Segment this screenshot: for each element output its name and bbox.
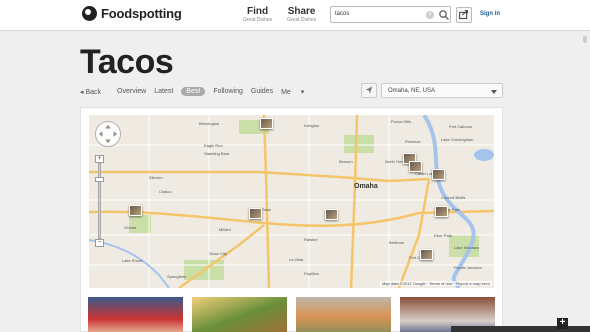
map-label: Pacific Junction [454,265,482,270]
park-area [344,135,374,153]
map-label: Council Bluffs [441,195,466,200]
back-link[interactable]: ◂ Back [80,88,109,96]
dish-photo[interactable] [296,297,391,332]
dish-pin[interactable] [249,208,262,219]
nav-share-label: Share [287,6,316,17]
lake [474,149,494,161]
location-arrow-icon [365,86,373,94]
zoom-in-button[interactable]: + [95,155,104,163]
dish-pin[interactable] [129,205,142,216]
zoom-track[interactable] [98,163,101,239]
map-label: Sioux City [209,251,228,256]
map-label: Fort Calhoun [449,124,473,129]
location-select[interactable]: Omaha, NE, USA [381,83,503,98]
nav-find[interactable]: Find Great Dishes [243,6,272,23]
signin-link[interactable]: Sign in [480,11,500,17]
nav-find-label: Find [247,6,269,17]
map-label: Irvington [304,123,320,128]
add-button[interactable]: + [557,318,568,329]
dish-pin[interactable] [432,169,445,180]
map-label: Bellevue [389,240,405,245]
tab-me[interactable]: Me ▾ [281,88,312,96]
tab-latest[interactable]: Latest [154,88,173,95]
chevron-down-icon: ▾ [300,88,305,96]
dish-pin[interactable] [409,161,422,172]
logo-text: Foodspotting [101,6,182,21]
map-label: Elkhorn [149,175,163,180]
tab-me-label: Me [281,88,291,96]
map-pan-control[interactable] [95,121,121,147]
subnav: ◂ Back Overview Latest Best Following Gu… [80,87,320,96]
share-button[interactable] [456,7,472,23]
dish-photo[interactable] [88,297,183,332]
map-label: La Vista [289,257,304,262]
map-label: Benson [339,159,353,164]
map-label: Springfield [167,274,186,279]
search-box: × [330,6,451,23]
back-label: Back [85,88,102,96]
map[interactable]: Bennington Eagle Run Standing Bear Ponca… [89,115,494,288]
pan-arrows-icon [98,124,118,144]
map-label: Lake Manawa [454,245,479,250]
top-bar: Foodspotting Find Great Dishes Share Gre… [0,0,590,31]
map-label: Standing Bear [204,151,230,156]
bottom-toolbar [451,326,590,332]
map-canvas [89,115,494,288]
clear-search-icon[interactable]: × [426,11,434,19]
dish-pin[interactable] [435,206,448,217]
share-icon [459,10,469,20]
dish-pin[interactable] [325,209,338,220]
platte-river [89,239,170,288]
logo-icon [82,6,97,21]
locate-me-button[interactable] [361,83,377,98]
tab-guides[interactable]: Guides [251,88,273,95]
zoom-out-button[interactable]: − [95,239,104,247]
tab-overview[interactable]: Overview [117,88,146,95]
map-label: Ponca Hills [391,119,412,124]
map-label: Millard [219,227,231,232]
dish-photo[interactable] [192,297,287,332]
dish-pin[interactable] [260,118,273,129]
search-input[interactable] [335,11,415,17]
map-label: Bennington [199,121,220,126]
scrollbar[interactable] [583,36,587,43]
nav-find-sub: Great Dishes [243,17,273,23]
logo[interactable]: Foodspotting [82,6,182,21]
zoom-slider-handle[interactable] [95,177,104,182]
tab-best[interactable]: Best [181,87,206,96]
map-label: Lake Cunningham [441,137,474,142]
map-label: Gretna [124,225,137,230]
tab-following[interactable]: Following [213,88,243,95]
search-icon[interactable] [438,9,450,21]
map-label: Deer Park [434,233,453,238]
map-label: Florence [405,139,421,144]
map-label: Chalco [159,189,172,194]
map-label: Ralston [304,237,318,242]
dish-pin[interactable] [420,249,433,260]
location-value: Omaha, NE, USA [388,88,436,94]
nav-share-sub: Great Dishes [287,17,317,23]
map-zoom-control: + − [95,155,104,247]
caret-down-icon [491,90,497,94]
map-attribution[interactable]: Map data ©2012 Google · Terms of Use · R… [379,281,492,286]
map-label: Papillion [304,271,320,276]
nav-share[interactable]: Share Great Dishes [287,6,316,23]
page-title: Tacos [80,43,174,81]
park-area [129,215,151,233]
map-label: Lake Shore [122,258,143,263]
map-label: Eagle Run [204,143,223,148]
map-label-city: Omaha [354,183,378,190]
